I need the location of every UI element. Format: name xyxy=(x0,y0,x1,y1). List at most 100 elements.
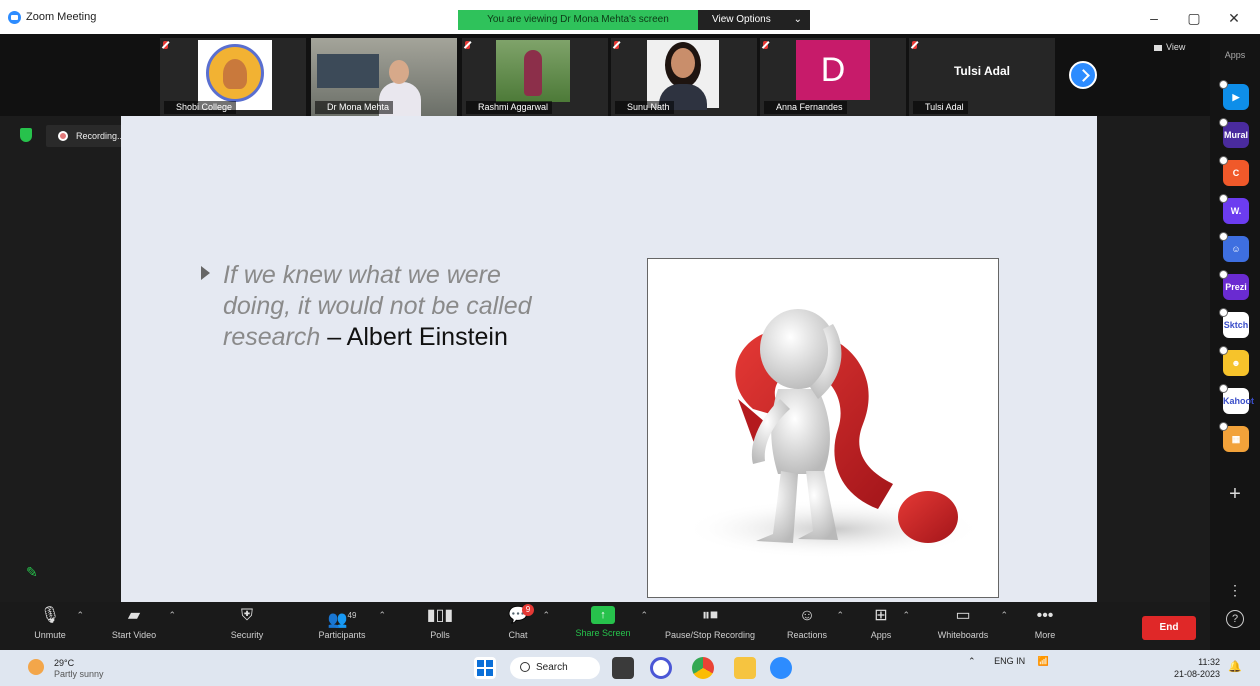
language-indicator[interactable]: ENG IN xyxy=(994,656,1025,666)
app-sketch-icon[interactable]: Sktch xyxy=(1219,308,1249,338)
participant-tile-anna-fernandes[interactable]: D Anna Fernandes xyxy=(760,38,906,116)
participant-name: Rashmi Aggarwal xyxy=(466,101,553,114)
clock-time: 11:32 xyxy=(1198,657,1220,667)
app-mural-icon[interactable]: Mural xyxy=(1219,118,1249,148)
chevron-up-icon: ⌃ xyxy=(836,610,844,620)
participants-icon: 👥49 xyxy=(327,611,357,629)
app-orange-icon[interactable]: C xyxy=(1219,156,1249,186)
app-prezi-icon[interactable]: Prezi xyxy=(1219,270,1249,300)
participants-button[interactable]: 👥49 Participants ⌃ xyxy=(310,606,386,648)
windows-start-icon[interactable] xyxy=(474,657,496,679)
chrome-icon[interactable] xyxy=(692,657,714,679)
polls-button[interactable]: ▮▯▮ Polls xyxy=(420,606,460,648)
task-view-icon[interactable] xyxy=(612,657,634,679)
slide-quote: If we knew what we were doing, it would … xyxy=(201,260,581,353)
chat-app-icon[interactable] xyxy=(650,657,672,679)
muted-mic-icon xyxy=(465,41,470,49)
question-mark-figure-image xyxy=(647,258,999,598)
participants-count: 49 xyxy=(347,611,357,620)
pause-stop-recording-button[interactable]: ⏸⏹ Pause/Stop Recording xyxy=(654,606,766,648)
show-hidden-icons-icon[interactable]: ⌃ xyxy=(968,656,976,666)
language-code: ENG xyxy=(994,656,1014,666)
app-emoji-icon[interactable]: ☻ xyxy=(1219,346,1249,376)
pause-stop-icon: ⏸⏹ xyxy=(701,607,718,624)
unmute-label: Unmute xyxy=(34,630,66,640)
polls-chart-icon: ▮▯▮ xyxy=(426,607,454,624)
close-button[interactable]: ✕ xyxy=(1222,8,1246,28)
taskbar-clock[interactable]: 11:32 21-08-2023 xyxy=(1160,656,1220,680)
muted-mic-icon xyxy=(912,41,917,49)
reactions-smile-icon: ☺ xyxy=(798,607,816,624)
notifications-icon[interactable]: 🔔 xyxy=(1228,660,1244,676)
apps-button[interactable]: ⊞ Apps ⌃ xyxy=(864,606,910,648)
taskbar-search-box[interactable]: Search xyxy=(510,657,600,679)
app-kahoot-icon[interactable]: Kahoot xyxy=(1219,384,1254,414)
participant-photo xyxy=(647,40,719,110)
video-off-icon: ▰ xyxy=(127,607,141,624)
participant-tile-shobi-college[interactable]: Shobi College xyxy=(160,38,306,116)
quote-line-2: doing, it would not be called xyxy=(223,292,532,320)
reactions-label: Reactions xyxy=(786,630,828,640)
view-options-button[interactable]: View Options ⌄ xyxy=(698,10,810,30)
participant-display-name: Tulsi Adal xyxy=(953,64,1010,78)
shield-icon: ⛨ xyxy=(240,607,253,624)
app-grid-icon[interactable]: ▦ xyxy=(1219,422,1249,452)
minimize-button[interactable]: – xyxy=(1142,8,1166,28)
quote-line-3: research xyxy=(223,323,321,351)
participant-photo xyxy=(496,40,570,102)
chat-unread-badge: 9 xyxy=(522,604,534,616)
security-button[interactable]: ⛨ Security xyxy=(222,606,272,648)
more-button[interactable]: ••• More xyxy=(1028,606,1062,648)
share-screen-icon: ↑ xyxy=(591,606,615,624)
app-blue-icon[interactable]: ▶ xyxy=(1219,80,1249,110)
app-headset-icon[interactable]: ☺ xyxy=(1219,232,1249,262)
end-meeting-button[interactable]: End xyxy=(1142,616,1196,640)
whiteboards-button[interactable]: ▭ Whiteboards ⌃ xyxy=(930,606,1008,648)
participant-name: Shobi College xyxy=(164,101,237,114)
weather-description: Partly sunny xyxy=(54,669,104,679)
muted-mic-icon xyxy=(614,41,619,49)
recording-label: Recording... xyxy=(76,131,125,141)
add-app-icon[interactable]: + xyxy=(1223,482,1247,506)
participant-tile-sunu-nath[interactable]: Sunu Nath xyxy=(611,38,757,116)
chat-button[interactable]: 💬 9 Chat ⌃ xyxy=(498,604,550,648)
chevron-down-icon: ⌄ xyxy=(793,14,802,25)
chevron-up-icon: ⌃ xyxy=(640,610,648,620)
share-screen-label: Share Screen xyxy=(575,628,631,638)
title-bar: Zoom Meeting You are viewing Dr Mona Meh… xyxy=(0,0,1260,34)
restore-button[interactable]: ▢ xyxy=(1182,8,1206,28)
security-label: Security xyxy=(230,630,264,640)
help-icon[interactable]: ? xyxy=(1226,610,1244,628)
start-video-label: Start Video xyxy=(111,630,157,640)
participant-tile-dr-mona-mehta[interactable]: Dr Mona Mehta xyxy=(311,38,457,116)
unmute-button[interactable]: 🎙 Unmute ⌃ xyxy=(28,606,84,648)
more-options-icon[interactable]: ⋮ xyxy=(1226,582,1244,600)
security-shield-icon xyxy=(20,128,32,142)
app-wordwall-icon[interactable]: W. xyxy=(1219,194,1249,224)
participant-tile-rashmi-aggarwal[interactable]: Rashmi Aggarwal xyxy=(462,38,608,116)
zoom-taskbar-icon[interactable] xyxy=(770,657,792,679)
weather-sun-icon xyxy=(28,659,44,675)
view-options-label: View Options xyxy=(712,14,771,25)
pause-stop-recording-label: Pause/Stop Recording xyxy=(664,630,756,640)
zoom-meeting-window: Zoom Meeting You are viewing Dr Mona Meh… xyxy=(0,0,1260,686)
quote-attribution: – Albert Einstein xyxy=(320,323,508,351)
participant-name: Anna Fernandes xyxy=(764,101,847,114)
share-screen-button[interactable]: ↑ Share Screen ⌃ xyxy=(570,606,648,648)
chevron-up-icon: ⌃ xyxy=(902,610,910,620)
participants-label: Participants xyxy=(318,630,366,640)
chevron-up-icon: ⌃ xyxy=(378,610,386,620)
reactions-button[interactable]: ☺ Reactions ⌃ xyxy=(782,606,844,648)
muted-mic-icon xyxy=(763,41,768,49)
file-explorer-icon[interactable] xyxy=(734,657,756,679)
participant-tile-tulsi-adal[interactable]: Tulsi Adal Tulsi Adal xyxy=(909,38,1055,116)
apps-label: Apps xyxy=(1224,50,1246,60)
annotate-pen-icon[interactable]: ✎ xyxy=(26,564,48,586)
weather-widget[interactable]: 29°C Partly sunny xyxy=(26,656,146,680)
view-button[interactable]: View xyxy=(1154,42,1185,52)
muted-mic-icon: 🎙 xyxy=(39,607,61,624)
start-video-button[interactable]: ▰ Start Video ⌃ xyxy=(104,606,176,648)
next-participants-arrow-icon[interactable] xyxy=(1069,61,1097,89)
apps-grid-icon: ⊞ xyxy=(874,607,888,624)
wifi-icon[interactable]: 📶 xyxy=(1038,656,1049,666)
